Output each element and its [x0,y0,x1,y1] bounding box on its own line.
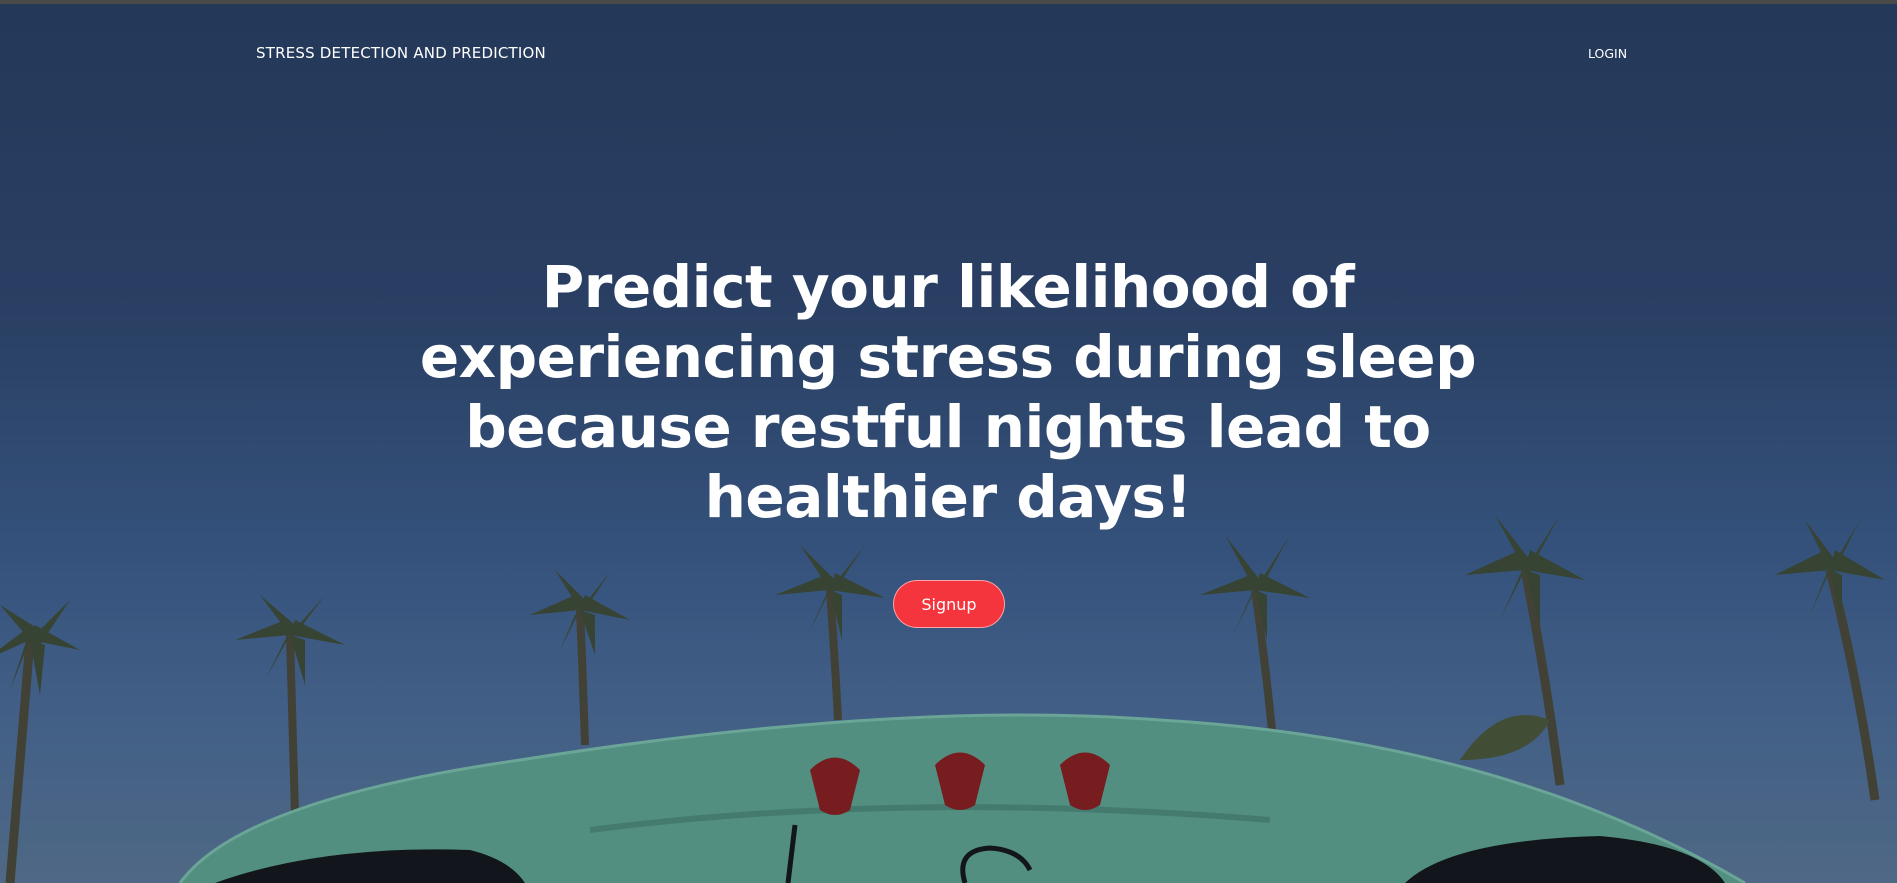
hero-line: healthier days! [704,463,1192,531]
brand-link[interactable]: STRESS DETECTION AND PREDICTION [256,44,546,62]
hero-line: because restful nights lead to [465,393,1431,461]
signup-button[interactable]: Signup [893,580,1005,628]
hero-heading: Predict your likelihood of experiencing … [348,252,1548,532]
top-border [0,0,1897,4]
hero-section: Predict your likelihood of experiencing … [348,252,1548,532]
hero-line: Predict your likelihood of [541,253,1355,321]
landing-page: STRESS DETECTION AND PREDICTION LOGIN Pr… [0,0,1897,883]
login-link[interactable]: LOGIN [1588,46,1627,61]
navbar: STRESS DETECTION AND PREDICTION LOGIN [0,44,1897,68]
hero-line: experiencing stress during sleep [419,323,1477,391]
